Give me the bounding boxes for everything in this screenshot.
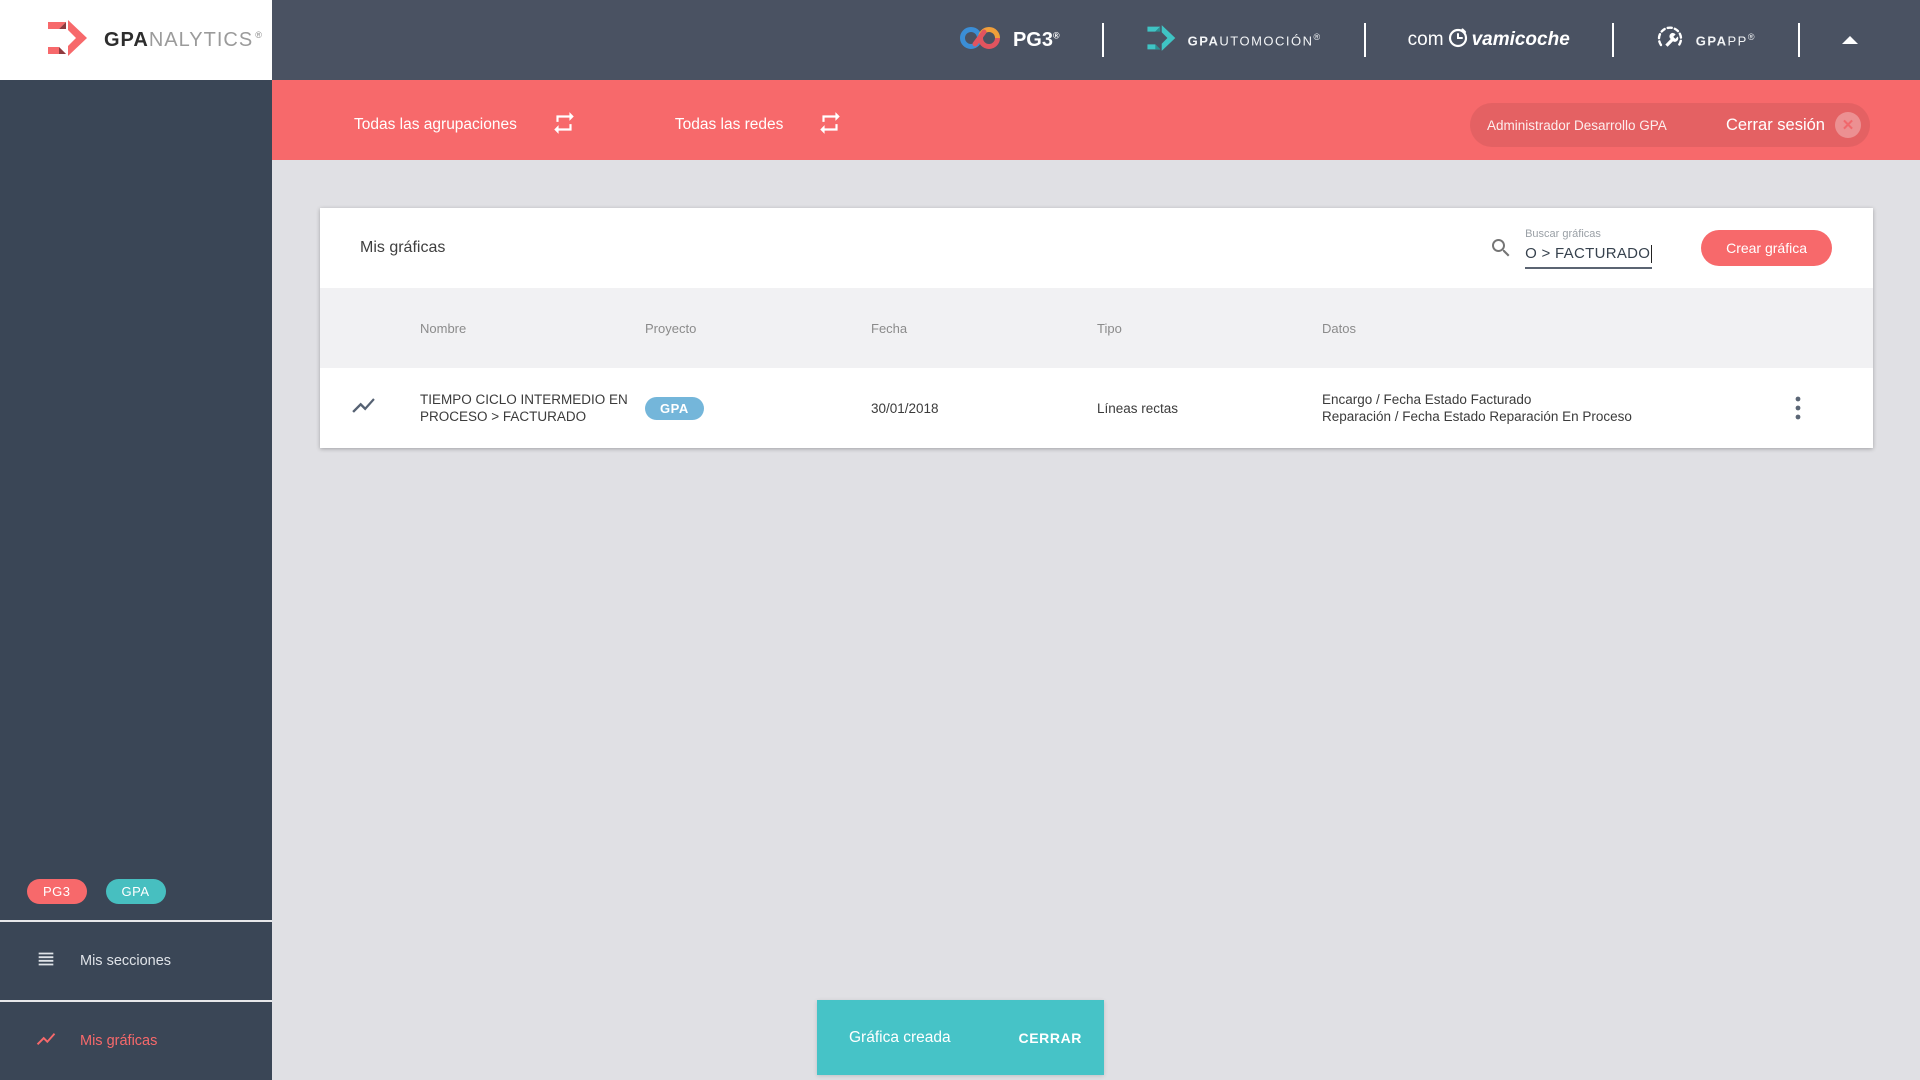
topbar-separator bbox=[1101, 23, 1104, 57]
column-header-proyecto: Proyecto bbox=[645, 320, 697, 336]
gpanalytics-arrow-icon bbox=[46, 16, 88, 65]
project-badge: GPA bbox=[645, 396, 704, 420]
gpautomocion-logo[interactable]: GPAUTOMOCIÓN® bbox=[1146, 22, 1322, 59]
pg3-wordmark: PG3® bbox=[1012, 28, 1060, 51]
topbar-separator bbox=[1798, 23, 1800, 57]
column-header-tipo: Tipo bbox=[1097, 320, 1122, 336]
gpapp-wordmark: GPAPP® bbox=[1695, 31, 1756, 49]
pg3-infinity-icon bbox=[959, 25, 1001, 56]
row-menu-button[interactable] bbox=[1722, 394, 1873, 422]
table-header-row: Nombre Proyecto Fecha Tipo Datos bbox=[320, 288, 1873, 368]
topbar-separator bbox=[1363, 23, 1366, 57]
current-user-label: Administrador Desarrollo GPA bbox=[1487, 117, 1667, 133]
text-cursor bbox=[1651, 244, 1653, 263]
close-session-icon[interactable]: ✕ bbox=[1835, 112, 1861, 138]
sidebar: PG3 GPA Mis secciones Mis gráficas bbox=[0, 80, 272, 1080]
charts-card: Mis gráficas Buscar gráficas O > FACTURA… bbox=[320, 208, 1873, 448]
networks-filter-label: Todas las redes bbox=[674, 116, 784, 133]
groupings-filter-label: Todas las agrupaciones bbox=[354, 116, 517, 133]
snackbar-close-button[interactable]: CERRAR bbox=[1019, 1030, 1083, 1046]
topbar-app-links: PG3® GPAUTOMOCIÓN® com vamicoche GPAPP® bbox=[959, 0, 1920, 80]
column-header-datos: Datos bbox=[1322, 320, 1356, 336]
date-cell: 30/01/2018 bbox=[871, 400, 939, 416]
sidebar-item-mis-secciones[interactable]: Mis secciones bbox=[0, 922, 272, 1000]
comprovamicoche-post-text: vamicoche bbox=[1471, 29, 1570, 50]
main-content: Mis gráficas Buscar gráficas O > FACTURA… bbox=[272, 160, 1920, 1080]
logout-button[interactable]: Cerrar sesión ✕ bbox=[1726, 112, 1861, 138]
data-cell: Encargo / Fecha Estado Facturado Reparac… bbox=[1322, 392, 1632, 424]
swap-icon[interactable] bbox=[551, 110, 577, 141]
search-input-value: O > FACTURADO bbox=[1525, 245, 1651, 262]
snackbar-message: Gráfica creada bbox=[849, 1028, 951, 1046]
page-title: Mis gráficas bbox=[360, 239, 446, 256]
card-header: Mis gráficas Buscar gráficas O > FACTURA… bbox=[320, 208, 1873, 288]
networks-filter[interactable]: Todas las redes bbox=[675, 100, 844, 141]
comprovamicoche-pre-text: com bbox=[1407, 29, 1444, 50]
search-input[interactable]: Buscar gráficas O > FACTURADO bbox=[1525, 227, 1653, 269]
sidebar-item-label: Mis gráficas bbox=[80, 1033, 158, 1049]
search-icon[interactable] bbox=[1489, 236, 1513, 260]
chevron-up-icon[interactable] bbox=[1842, 36, 1858, 44]
logout-label: Cerrar sesión bbox=[1725, 115, 1825, 134]
clock-icon bbox=[1446, 25, 1470, 55]
card-header-actions: Buscar gráficas O > FACTURADO Crear gráf… bbox=[1489, 228, 1873, 269]
groupings-filter[interactable]: Todas las agrupaciones bbox=[354, 100, 577, 141]
type-cell: Líneas rectas bbox=[1097, 400, 1179, 416]
chart-type-icon bbox=[320, 392, 420, 424]
pg3-logo[interactable]: PG3® bbox=[959, 25, 1060, 56]
table-row[interactable]: TIEMPO CICLO INTERMEDIO EN PROCESO > FAC… bbox=[320, 368, 1873, 448]
gpa-badge[interactable]: GPA bbox=[105, 878, 166, 904]
search-input-label: Buscar gráficas bbox=[1525, 227, 1601, 240]
gpapp-logo[interactable]: GPAPP® bbox=[1656, 24, 1756, 57]
sidebar-badges: PG3 GPA bbox=[0, 862, 272, 920]
gpanalytics-logo[interactable]: GPANALYTICS ® bbox=[0, 0, 272, 80]
create-chart-button[interactable]: Crear gráfica bbox=[1701, 230, 1832, 266]
user-session-pill: Administrador Desarrollo GPA Cerrar sesi… bbox=[1470, 103, 1870, 147]
gpautomocion-wordmark: GPAUTOMOCIÓN® bbox=[1187, 31, 1322, 49]
project-cell: GPA bbox=[645, 396, 871, 420]
comprovamicoche-logo[interactable]: com vamicoche bbox=[1408, 25, 1570, 55]
sidebar-item-mis-graficas[interactable]: Mis gráficas bbox=[0, 1002, 272, 1080]
gpanalytics-wordmark: GPANALYTICS ® bbox=[104, 28, 263, 51]
column-header-nombre: Nombre bbox=[420, 320, 467, 336]
chart-name-cell: TIEMPO CICLO INTERMEDIO EN PROCESO > FAC… bbox=[420, 392, 628, 424]
gpautomocion-arrow-icon bbox=[1146, 22, 1176, 59]
sidebar-item-label: Mis secciones bbox=[80, 953, 172, 969]
swap-icon[interactable] bbox=[817, 110, 843, 141]
top-bar: GPANALYTICS ® PG3® GPAUTOMOCIÓN® com vam… bbox=[0, 0, 1920, 80]
column-header-fecha: Fecha bbox=[871, 320, 908, 336]
menu-lines-icon bbox=[35, 948, 57, 974]
snackbar: Gráfica creada CERRAR bbox=[817, 1000, 1104, 1075]
gpapp-wrench-gauge-icon bbox=[1656, 24, 1684, 57]
pg3-badge[interactable]: PG3 bbox=[27, 878, 87, 904]
line-chart-icon bbox=[35, 1028, 57, 1054]
filter-bar: Todas las agrupaciones Todas las redes A… bbox=[272, 80, 1920, 160]
sidebar-bottom-section: PG3 GPA Mis secciones Mis gráficas bbox=[0, 862, 272, 1080]
topbar-separator bbox=[1611, 23, 1614, 57]
